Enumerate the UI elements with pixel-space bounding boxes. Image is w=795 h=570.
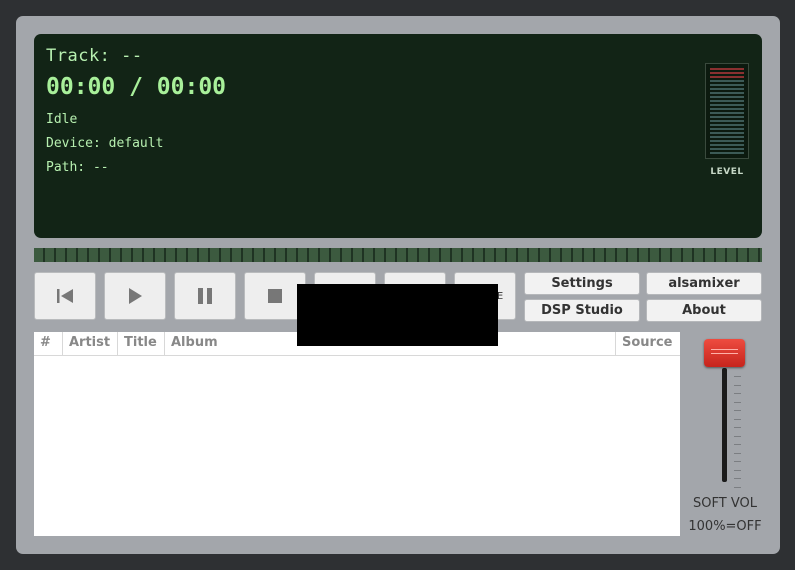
- soft-vol-label: SOFT VOL: [693, 496, 757, 511]
- level-meter-bar: [710, 128, 744, 130]
- level-meter-icon: [705, 63, 749, 159]
- alsamixer-button[interactable]: alsamixer: [646, 272, 762, 295]
- track-title: Track: --: [46, 46, 143, 66]
- dsp-studio-button[interactable]: DSP Studio: [524, 299, 640, 322]
- level-meter-bar: [710, 116, 744, 118]
- volume-tick: [734, 401, 741, 403]
- column-header-artist[interactable]: Artist: [63, 332, 118, 356]
- level-meter-bar: [710, 100, 744, 102]
- level-meter-bar: [710, 152, 744, 154]
- volume-tick: [734, 410, 741, 411]
- column-header-title[interactable]: Title: [118, 332, 165, 356]
- level-meter-bar: [710, 136, 744, 138]
- playlist-table[interactable]: # Artist Title Album Source: [34, 332, 680, 536]
- level-meter-bar: [710, 124, 744, 126]
- path-info: Path: --: [46, 160, 109, 175]
- play-button[interactable]: [104, 272, 166, 320]
- redacted-region: [297, 284, 498, 346]
- level-meter-bar: [710, 96, 744, 98]
- level-meter-bar: [710, 76, 744, 78]
- settings-button[interactable]: Settings: [524, 272, 640, 295]
- volume-tick: [734, 418, 741, 420]
- level-label: LEVEL: [710, 167, 744, 177]
- volume-tick: [734, 384, 741, 386]
- skip-previous-icon: [57, 289, 73, 303]
- level-meter-bar: [710, 88, 744, 90]
- now-playing-display: Track: -- 00:00 / 00:00 Idle Device: def…: [34, 34, 762, 238]
- volume-tick: [734, 444, 741, 445]
- level-meter-bar: [710, 132, 744, 134]
- volume-slider-track[interactable]: [722, 368, 727, 482]
- device-info: Device: default: [46, 136, 164, 151]
- playback-status: Idle: [46, 112, 78, 127]
- level-meter-bar: [710, 68, 744, 70]
- soft-vol-note: 100%=OFF: [688, 519, 762, 534]
- level-meter-bar: [710, 84, 744, 86]
- volume-tick: [734, 486, 741, 488]
- column-header-source[interactable]: Source: [616, 332, 680, 356]
- volume-tick: [734, 461, 741, 462]
- volume-tick: [734, 376, 741, 377]
- time-readout: 00:00 / 00:00: [46, 74, 227, 100]
- pause-button[interactable]: [174, 272, 236, 320]
- level-meter-bar: [710, 104, 744, 106]
- volume-slider-handle[interactable]: [704, 339, 745, 367]
- volume-tick: [734, 435, 741, 437]
- volume-tick: [734, 469, 741, 471]
- about-button[interactable]: About: [646, 299, 762, 322]
- level-meter-bar: [710, 120, 744, 122]
- level-meter-bar: [710, 92, 744, 94]
- pause-icon: [198, 288, 212, 304]
- level-meter-bar: [710, 80, 744, 82]
- volume-tick: [734, 393, 741, 394]
- previous-button[interactable]: [34, 272, 96, 320]
- seek-bar[interactable]: [34, 248, 762, 262]
- volume-tick: [734, 452, 741, 454]
- level-meter-bar: [710, 112, 744, 114]
- volume-tick: [734, 427, 741, 428]
- level-meter-bar: [710, 140, 744, 142]
- level-meter-bar: [710, 148, 744, 150]
- volume-tick: [734, 478, 741, 479]
- play-icon: [129, 288, 142, 304]
- column-header-number[interactable]: #: [34, 332, 63, 356]
- stop-icon: [268, 289, 282, 303]
- level-meter-bar: [710, 108, 744, 110]
- level-meter-bar: [710, 72, 744, 74]
- level-meter-bar: [710, 144, 744, 146]
